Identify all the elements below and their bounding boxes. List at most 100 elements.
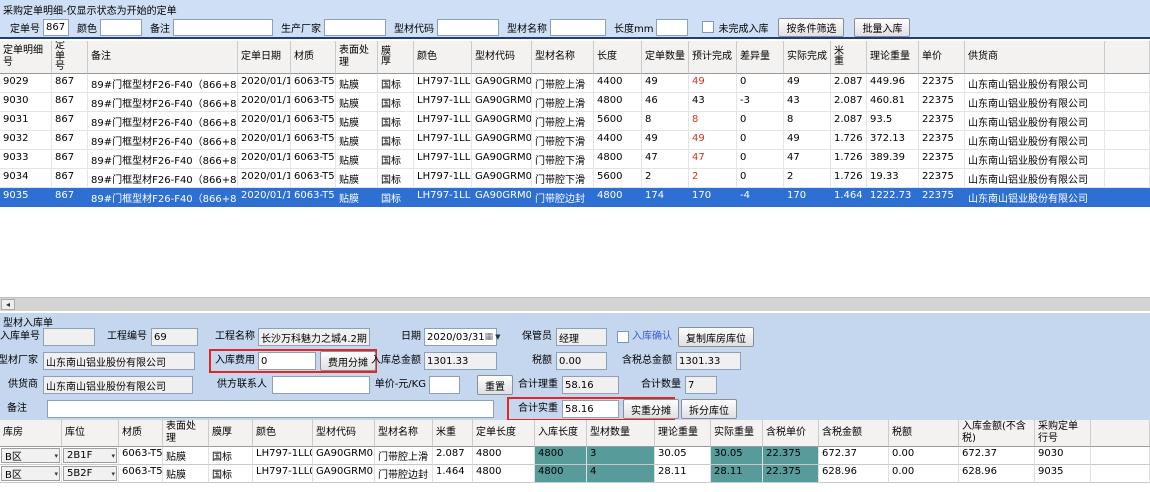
filter-input[interactable] — [43, 19, 69, 36]
copy-warehouse-button[interactable]: 复制库房库位 — [678, 327, 754, 347]
calendar-icon[interactable]: ▦ — [485, 332, 494, 342]
inbound-header-cell[interactable]: 理论重量 — [655, 420, 711, 447]
order-table-row[interactable]: 903086789#门框型材F26-F40（866+867）2020/01/13… — [0, 93, 1150, 112]
batch-inbound-button[interactable]: 批量入库 — [854, 18, 910, 37]
filter-input[interactable] — [550, 19, 606, 36]
chevron-down-icon[interactable]: ▼ — [495, 333, 500, 341]
contact-field[interactable] — [272, 376, 370, 394]
order-header-cell[interactable]: 单价 — [919, 41, 965, 74]
order-header-cell[interactable]: 表面处理 — [336, 41, 378, 74]
inbound-header-cell[interactable]: 入库长度 — [535, 420, 587, 447]
filter-input[interactable] — [324, 19, 386, 36]
location-dropdown[interactable]: 5B2F▾ — [63, 466, 117, 481]
order-header-cell[interactable]: 定单日期 — [238, 41, 291, 74]
factory-field[interactable] — [43, 352, 195, 370]
order-header-cell[interactable]: 供货商 — [965, 41, 1105, 74]
inbound-header-cell[interactable]: 型材名称 — [375, 420, 433, 447]
ruku-no-field[interactable] — [43, 328, 95, 346]
inbound-header-cell[interactable]: 实际重量 — [711, 420, 763, 447]
inbound-header-cell[interactable]: 库位 — [62, 420, 119, 447]
order-header-cell[interactable]: 备注 — [88, 41, 238, 74]
filter-input[interactable] — [173, 19, 273, 36]
real-weight-share-button[interactable]: 实重分摊 — [623, 399, 679, 419]
keeper-field[interactable] — [556, 328, 607, 346]
filter-label: 颜色 — [77, 20, 97, 35]
horizontal-scrollbar[interactable]: ◂ — [0, 297, 1150, 311]
location-dropdown[interactable]: 2B1F▾ — [63, 448, 117, 463]
supplier-field[interactable] — [43, 376, 193, 394]
tax-field[interactable] — [556, 352, 607, 370]
fee-field[interactable] — [258, 352, 316, 370]
chevron-down-icon[interactable]: ▾ — [54, 452, 58, 460]
inbound-header-cell[interactable]: 表面处理 — [163, 420, 209, 447]
order-header-cell[interactable]: 膜厚 — [378, 41, 414, 74]
split-location-button[interactable]: 拆分库位 — [681, 399, 737, 419]
inbound-header-cell[interactable]: 颜色 — [253, 420, 313, 447]
order-header-cell[interactable]: 理论重量 — [867, 41, 919, 74]
inbound-cell: 30.05 — [655, 447, 711, 465]
inbound-header-cell[interactable]: 型材代码 — [313, 420, 375, 447]
order-table-row[interactable]: 903486789#门框型材F26-F40（866+867）2020/01/13… — [0, 169, 1150, 188]
filter-input[interactable] — [437, 19, 499, 36]
order-cell: 170 — [784, 188, 831, 207]
order-header-cell[interactable]: 米重 — [831, 41, 867, 74]
filter-input[interactable] — [656, 19, 688, 36]
inbound-total-field[interactable] — [424, 352, 497, 370]
chevron-down-icon[interactable]: ▾ — [54, 470, 58, 478]
order-table-row[interactable]: 902986789#门框型材F26-F40（866+867）2020/01/13… — [0, 74, 1150, 93]
inbound-cell: 4 — [587, 465, 655, 483]
order-header-cell[interactable]: 定单号 — [52, 41, 88, 74]
order-header-cell[interactable]: 差异量 — [737, 41, 784, 74]
order-header-cell[interactable]: 材质 — [291, 41, 336, 74]
chevron-down-icon[interactable]: ▾ — [111, 470, 115, 478]
order-table-row[interactable]: 903586789#门框型材F26-F40（866+867）2020/01/13… — [0, 188, 1150, 207]
warehouse-dropdown[interactable]: B区▾ — [1, 448, 60, 463]
order-header-cell[interactable]: 实际完成 — [784, 41, 831, 74]
order-header-cell[interactable]: 定单明细号 — [0, 41, 52, 74]
inbound-header-cell[interactable]: 库房 — [0, 420, 62, 447]
inbound-header-cell[interactable]: 含税单价 — [763, 420, 819, 447]
fee-share-button[interactable]: 费用分摊 — [320, 351, 376, 371]
date-picker[interactable]: 2020/03/31 ▦ ▼ — [424, 328, 497, 346]
inbound-header-cell[interactable]: 入库金额(不含税) — [959, 420, 1035, 447]
inbound-header-cell[interactable]: 膜厚 — [209, 420, 253, 447]
order-table-row[interactable]: 903186789#门框型材F26-F40（866+867）2020/01/13… — [0, 112, 1150, 131]
order-header-cell[interactable]: 定单数量 — [642, 41, 689, 74]
order-header-cell[interactable]: 预计完成 — [689, 41, 737, 74]
order-table-row[interactable]: 903386789#门框型材F26-F40（866+867）2020/01/13… — [0, 150, 1150, 169]
theo-weight-field[interactable] — [562, 376, 619, 394]
scroll-left-icon[interactable]: ◂ — [1, 299, 15, 310]
total-qty-field[interactable] — [685, 376, 717, 394]
remark-label: 备注 — [3, 400, 27, 418]
project-no-field[interactable] — [151, 328, 198, 346]
order-header-cell[interactable]: 型材名称 — [532, 41, 594, 74]
inbound-confirm-checkbox[interactable] — [617, 331, 629, 343]
tax-total-field[interactable] — [676, 352, 741, 370]
warehouse-dropdown[interactable]: B区▾ — [1, 466, 60, 481]
order-cell: 0 — [737, 131, 784, 150]
inbound-header-cell[interactable]: 定单长度 — [473, 420, 535, 447]
unit-price-field[interactable] — [429, 376, 460, 394]
inbound-header-cell[interactable]: 材质 — [119, 420, 163, 447]
inbound-header-cell[interactable]: 含税金额 — [819, 420, 889, 447]
order-table-row[interactable]: 903286789#门框型材F26-F40（866+867）2020/01/13… — [0, 131, 1150, 150]
order-header-cell[interactable]: 颜色 — [414, 41, 472, 74]
order-header-cell[interactable]: 长度 — [594, 41, 642, 74]
chevron-down-icon[interactable]: ▾ — [111, 452, 115, 460]
project-name-field[interactable] — [258, 328, 370, 346]
unfinished-checkbox[interactable] — [702, 21, 714, 33]
filter-input[interactable] — [100, 19, 142, 36]
order-cell: 门带腔下滑 — [532, 169, 594, 188]
filter-condition-button[interactable]: 按条件筛选 — [778, 18, 844, 37]
remark-field[interactable] — [47, 400, 494, 418]
inbound-header-cell[interactable]: 型材数量 — [587, 420, 655, 447]
inbound-table-row[interactable]: B区▾2B1F▾6063-T5贴膜国标LH797-1LL0GA90GRM03门带… — [0, 447, 1150, 465]
real-weight-field[interactable] — [562, 400, 619, 418]
order-header-cell[interactable]: 型材代码 — [472, 41, 532, 74]
inbound-header-cell[interactable]: 采购定单行号 — [1035, 420, 1091, 447]
inbound-cell: 9035 — [1035, 465, 1091, 483]
inbound-table-row[interactable]: B区▾5B2F▾6063-T5贴膜国标LH797-1LL0GA90GRM05门带… — [0, 465, 1150, 483]
inbound-header-cell[interactable]: 米重 — [433, 420, 473, 447]
inbound-header-cell[interactable]: 税额 — [889, 420, 959, 447]
reset-button[interactable]: 重置 — [477, 375, 513, 395]
